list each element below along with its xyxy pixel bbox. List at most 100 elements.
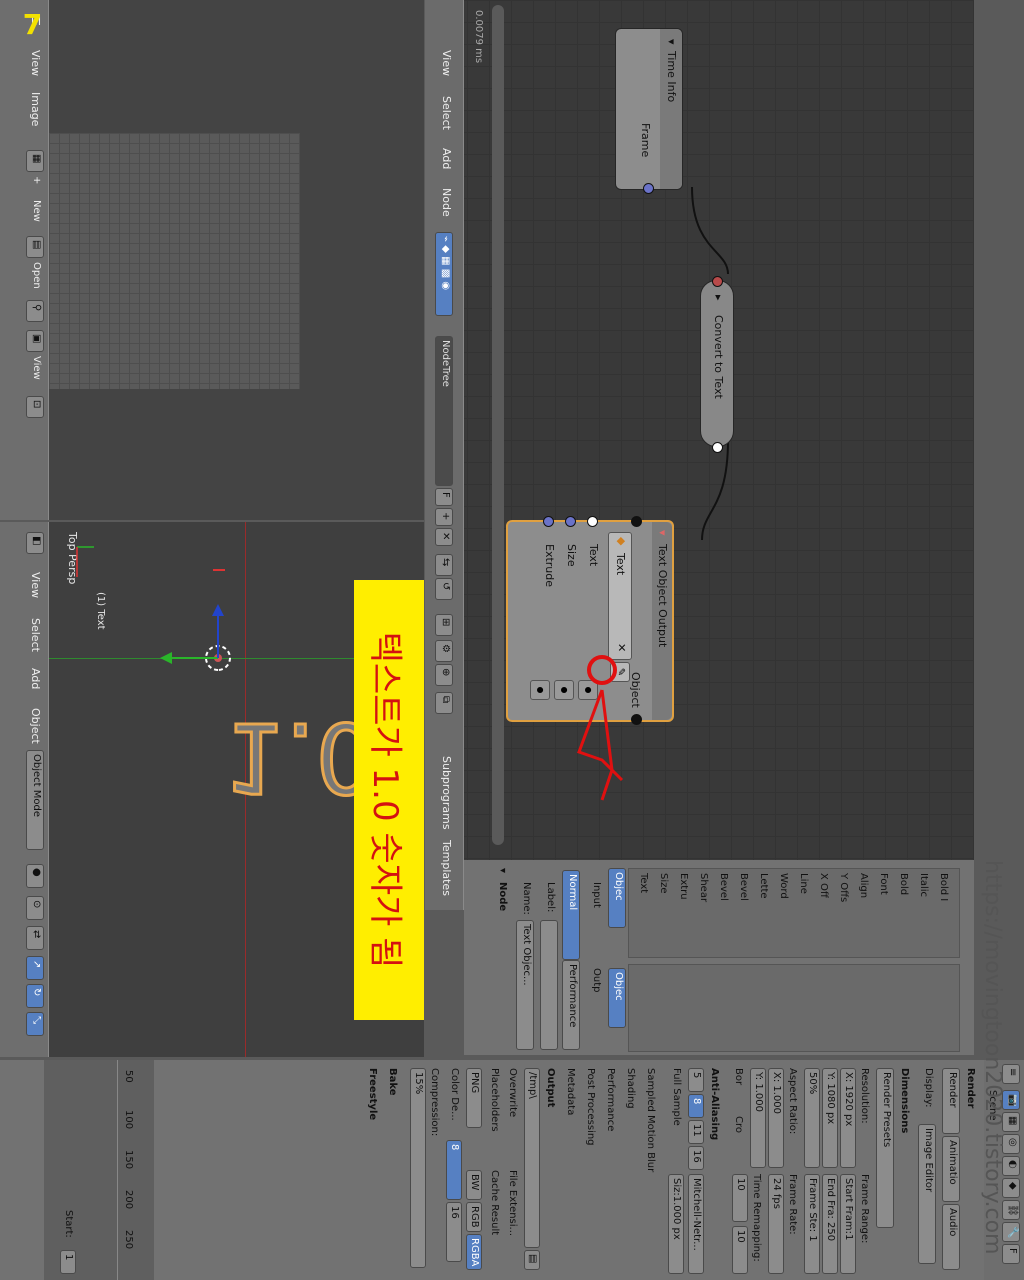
output-section-label[interactable]: Output <box>545 1068 556 1107</box>
border-checkbox[interactable]: Bor <box>733 1068 744 1085</box>
freestyle-section-label[interactable]: Freestyle <box>367 1068 378 1120</box>
output-path-field[interactable]: /tmp\ <box>524 1068 540 1248</box>
node-section-arrow-icon[interactable]: ▾ <box>497 868 508 873</box>
add-icon[interactable]: + <box>31 176 42 184</box>
templates-tab[interactable]: Templates <box>440 840 453 896</box>
aa-filter-select[interactable]: Mitchell-Netr... <box>688 1174 704 1274</box>
color-rgb-button[interactable]: RGB <box>466 1202 482 1232</box>
mode-performance-button[interactable]: Performance <box>562 960 580 1050</box>
metadata-section[interactable]: Metadata <box>565 1068 576 1115</box>
node-name-field[interactable]: Text Objec... <box>516 920 534 1050</box>
subprograms-tab[interactable]: Subprograms <box>440 756 453 830</box>
node-editor-scrollbar[interactable] <box>492 5 504 845</box>
node-tree-select[interactable]: NodeTree <box>435 336 453 486</box>
remove-tree-icon[interactable]: ✕ <box>435 528 453 546</box>
add-tree-icon[interactable]: + <box>435 508 453 526</box>
node-editor-canvas[interactable]: 0.0079 ms ▾ Time Info Frame ▸ Convert to… <box>464 0 974 860</box>
scale-icon[interactable]: ⤡ <box>26 1012 44 1036</box>
cache-result-checkbox[interactable]: Cache Result <box>489 1170 500 1235</box>
editor-type-icon[interactable]: ◧ <box>26 532 44 554</box>
color-bw-button[interactable]: BW <box>466 1170 482 1200</box>
render-presets-select[interactable]: Render Presets <box>876 1068 894 1228</box>
node-menu-add[interactable]: Add <box>440 148 453 169</box>
image-browse-icon[interactable]: ▦ <box>26 150 44 172</box>
link-icon[interactable]: ⇆ <box>435 554 453 576</box>
view-mode-icon[interactable]: ▣ <box>26 330 44 352</box>
frame-step-field[interactable]: Frame Ste: 1 <box>804 1174 820 1274</box>
viewport-menu-object[interactable]: Object <box>29 708 42 744</box>
rotate-icon[interactable]: ↻ <box>26 984 44 1008</box>
remap-old-field[interactable]: 10 <box>732 1174 748 1222</box>
crop-checkbox[interactable]: Cro <box>733 1116 744 1133</box>
aspect-y-field[interactable]: Y: 1.000 <box>750 1068 766 1168</box>
end-frame-field[interactable]: End Fra: 250 <box>822 1174 838 1274</box>
image-editor-menu-view[interactable]: View <box>29 50 42 76</box>
aa-size-field[interactable]: Siz:1.000 px <box>668 1174 684 1274</box>
bake-section-label[interactable]: Bake <box>387 1068 398 1096</box>
node-tree-type-buttons[interactable]: ⌁ ◆ ▦ ▩ ◉ <box>435 232 453 316</box>
node-icon[interactable]: ⚙ <box>435 640 453 662</box>
anti-aliasing-section-label[interactable]: Anti-Aliasing <box>709 1068 720 1140</box>
viewport-menu-select[interactable]: Select <box>29 618 42 652</box>
depth-16-button[interactable]: 16 <box>446 1202 462 1262</box>
overwrite-checkbox[interactable]: Overwrite <box>507 1068 518 1117</box>
new-image-button[interactable]: New <box>31 200 42 222</box>
input-type-select[interactable]: Objec <box>608 868 626 928</box>
aa-samples-5[interactable]: 5 <box>688 1068 704 1092</box>
render-button[interactable]: Render <box>942 1068 960 1134</box>
folder-icon[interactable]: ▤ <box>26 236 44 258</box>
viewport-3d[interactable]: Top Persp (1) Text 1.0 텍스트가 1.0 숫자가 됨 <box>49 522 424 1057</box>
aa-samples-8[interactable]: 8 <box>688 1094 704 1118</box>
node-menu-select[interactable]: Select <box>440 96 453 130</box>
open-image-button[interactable]: Open <box>31 262 42 289</box>
output-type-select[interactable]: Objec <box>608 968 626 1028</box>
post-processing-section[interactable]: Post Processing <box>585 1068 596 1146</box>
manipulator-icon[interactable]: ⇄ <box>26 926 44 950</box>
node-menu-view[interactable]: View <box>440 50 453 76</box>
node-label-field[interactable] <box>540 920 558 1050</box>
file-format-select[interactable]: PNG <box>466 1068 482 1128</box>
text-object[interactable]: 1.0 <box>223 700 379 815</box>
copy-icon[interactable]: ⧉ <box>435 692 453 714</box>
aa-samples-16[interactable]: 16 <box>688 1146 704 1170</box>
backdrop-icon[interactable]: ↺ <box>435 578 453 600</box>
snap-icon[interactable]: ⊞ <box>435 614 453 636</box>
res-x-field[interactable]: X: 1920 px <box>840 1068 856 1168</box>
grid-snap-icon[interactable]: ⊕ <box>435 664 453 686</box>
render-section-label[interactable]: Render <box>965 1068 976 1108</box>
dimensions-section-label[interactable]: Dimensions <box>899 1068 910 1133</box>
aspect-x-field[interactable]: X: 1.000 <box>768 1068 784 1168</box>
node-menu-node[interactable]: Node <box>440 188 453 217</box>
audio-button[interactable]: Audio <box>942 1204 960 1270</box>
shading-section[interactable]: Shading <box>625 1068 636 1109</box>
aa-samples-11[interactable]: 11 <box>688 1120 704 1144</box>
file-extensions-checkbox[interactable]: File Extensi... <box>507 1170 518 1236</box>
start-frame-value[interactable]: 1 <box>60 1250 76 1274</box>
compression-slider[interactable]: 15% <box>410 1068 426 1268</box>
depth-8-button[interactable]: 8 <box>446 1140 462 1200</box>
pivot-icon[interactable]: ⊙ <box>26 896 44 920</box>
fake-user-button[interactable]: F <box>435 488 453 506</box>
placeholders-checkbox[interactable]: Placeholders <box>489 1068 500 1132</box>
mode-select[interactable]: Object Mode <box>26 750 44 850</box>
viewport-menu-view[interactable]: View <box>29 572 42 598</box>
res-y-field[interactable]: Y: 1080 px <box>822 1068 838 1168</box>
viewport-menu-add[interactable]: Add <box>29 668 42 689</box>
translate-icon[interactable]: ↗ <box>26 956 44 980</box>
display-select[interactable]: Image Editor <box>918 1124 936 1264</box>
file-browser-icon[interactable]: ▤ <box>524 1250 540 1270</box>
image-editor-canvas[interactable] <box>49 0 424 520</box>
remap-new-field[interactable]: 10 <box>732 1226 748 1274</box>
image-editor-menu-image[interactable]: Image <box>29 92 42 126</box>
color-rgba-button[interactable]: RGBA <box>466 1234 482 1270</box>
timeline[interactable]: 50 100 150 200 250 Start: 1 <box>44 1060 154 1280</box>
fps-select[interactable]: 24 fps <box>768 1174 784 1274</box>
pin-icon[interactable]: ⚲ <box>26 300 44 322</box>
motion-blur-section[interactable]: Sampled Motion Blur <box>645 1068 656 1172</box>
full-sample-checkbox[interactable]: Full Sample <box>671 1068 682 1126</box>
shading-icon[interactable]: ● <box>26 864 44 888</box>
uv-sync-icon[interactable]: ⊡ <box>26 396 44 418</box>
mode-normal-button[interactable]: Normal <box>562 870 580 960</box>
start-frame-field[interactable]: Start Fram:1 <box>840 1174 856 1274</box>
performance-section[interactable]: Performance <box>605 1068 616 1131</box>
